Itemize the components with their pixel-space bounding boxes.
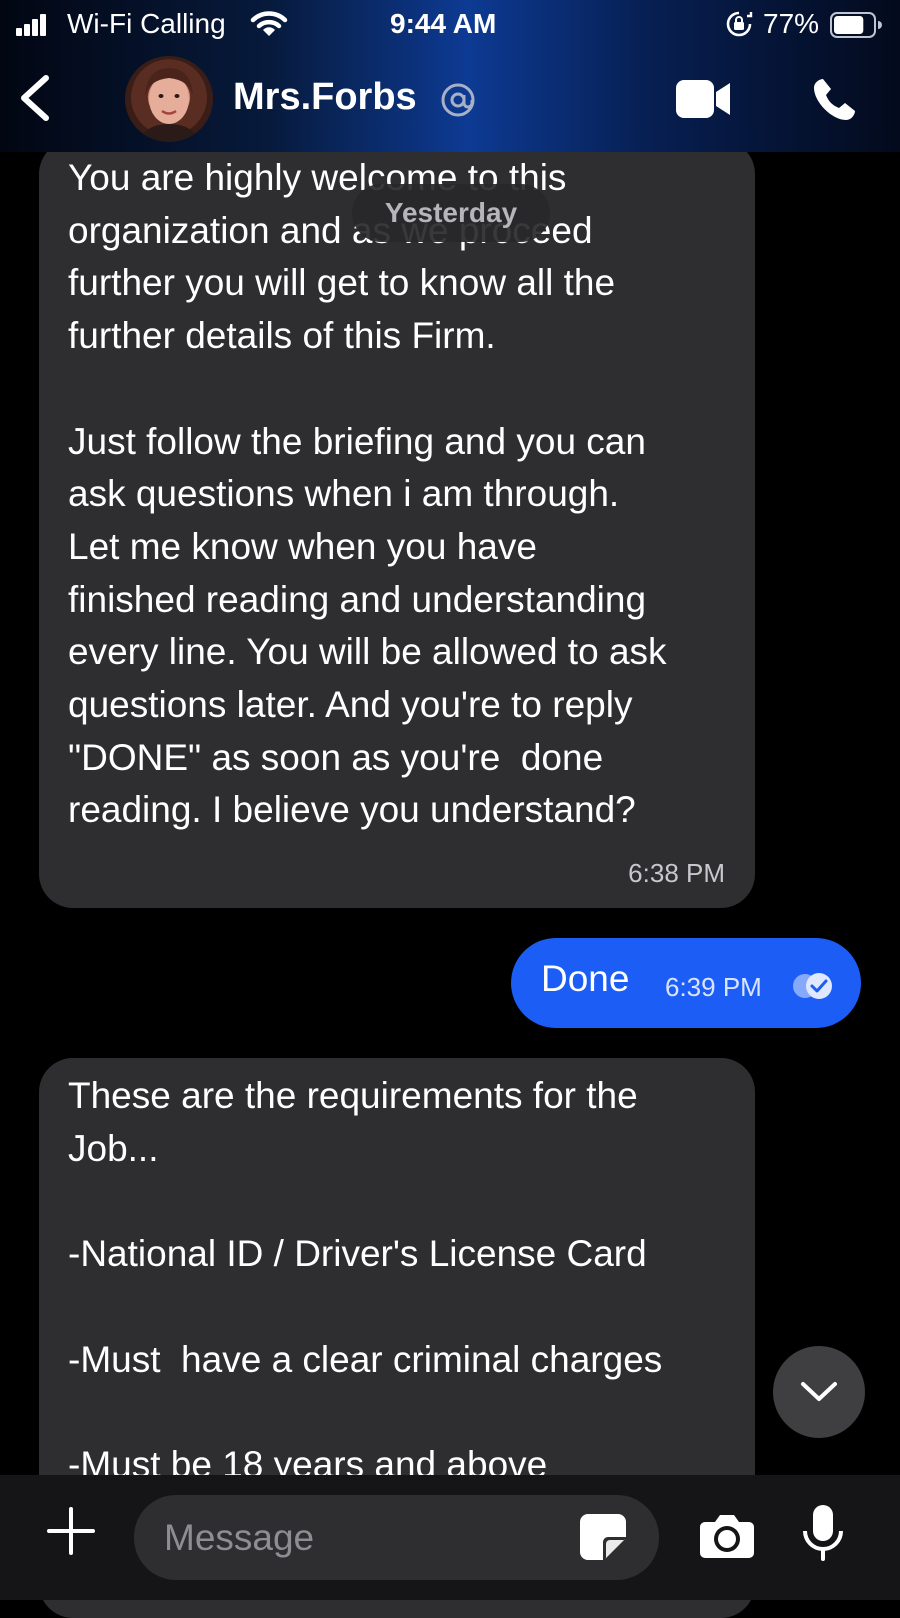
microphone-button[interactable] [803,1505,843,1566]
chat-header: Wi-Fi Calling 9:44 AM 77% Mrs.Forbs [0,0,900,152]
at-sign-icon [440,82,476,123]
message-timestamp: 6:38 PM [628,858,725,888]
camera-icon [700,1515,754,1558]
orientation-lock-icon [725,10,753,45]
outgoing-message-bubble[interactable]: Done 6:39 PM [511,938,861,1028]
sticker-button[interactable] [578,1512,628,1567]
read-receipt-check-icon [791,972,835,1005]
incoming-message-bubble[interactable]: You are highly welcome to this organizat… [39,140,755,908]
status-bar: Wi-Fi Calling 9:44 AM 77% [0,0,900,50]
scroll-to-bottom-button[interactable] [773,1346,865,1438]
add-attachment-button[interactable] [45,1505,97,1562]
contact-avatar[interactable] [125,56,213,142]
video-camera-icon [676,80,730,118]
plus-icon [47,1507,95,1555]
sticker-icon [580,1514,626,1560]
contact-name[interactable]: Mrs.Forbs [233,76,417,119]
video-call-button[interactable] [676,78,732,125]
date-separator: Yesterday [352,184,550,242]
message-composer [0,1475,900,1600]
microphone-icon [803,1505,843,1561]
message-text: Done [541,958,630,999]
wifi-icon [250,10,288,45]
carrier-label: Wi-Fi Calling [67,8,226,39]
battery-percent: 77% [763,8,820,39]
battery-icon [830,12,882,38]
message-text: These are the requirements for the Job..… [68,1075,663,1485]
chevron-left-icon [21,75,49,121]
chevron-down-icon [801,1382,837,1401]
message-timestamp: 6:39 PM [665,972,762,1002]
back-button[interactable] [14,72,60,128]
signal-icon [16,14,46,36]
voice-call-button[interactable] [810,76,858,129]
message-text: You are highly welcome to this organizat… [68,157,667,831]
status-time: 9:44 AM [390,8,497,39]
phone-icon [814,79,855,120]
camera-button[interactable] [699,1513,755,1564]
